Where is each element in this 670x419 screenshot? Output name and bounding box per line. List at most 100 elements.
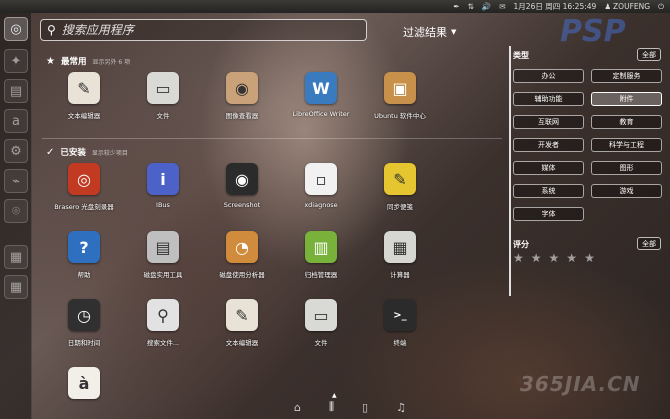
app-launcher-item[interactable]: ▭ 文件 (126, 72, 200, 120)
brasero-icon: ◎ (68, 163, 100, 195)
launcher-item-software-center[interactable]: ✦ (4, 49, 28, 73)
app-launcher-item[interactable]: ◔ 磁盘使用分析器 (205, 231, 279, 279)
caret-down-icon: ▼ (451, 28, 457, 36)
app-launcher-item[interactable]: >_ 终端 (363, 299, 437, 347)
keyboard-indicator[interactable]: ✒ (453, 3, 459, 11)
category-button[interactable]: 媒体 (513, 161, 584, 175)
launcher-item-amazon[interactable]: a (4, 109, 28, 133)
pen-icon: ✒ (453, 1, 460, 11)
app-launcher-item[interactable]: ◎ Brasero 光盘刻录器 (47, 163, 121, 211)
files-icon: ▭ (147, 72, 179, 104)
app-launcher-item[interactable]: ▤ 磁盘实用工具 (126, 231, 200, 279)
search-box[interactable]: ⚲ (40, 19, 367, 41)
clock-icon: ◷ (68, 299, 100, 331)
network-icon: ⇅ (467, 1, 474, 11)
category-button[interactable]: 教育 (591, 115, 662, 129)
app-launcher-item[interactable]: ▥ 归档管理器 (284, 231, 358, 279)
category-button[interactable]: 开发者 (513, 138, 584, 152)
star-icon[interactable]: ★ (584, 251, 595, 265)
category-button[interactable]: 办公 (513, 69, 584, 83)
filter-results-toggle[interactable]: 过滤结果 ▼ (403, 24, 456, 40)
launcher-item-trash[interactable]: ▦ (4, 275, 28, 299)
software-center-icon: ✦ (10, 53, 22, 69)
category-button[interactable]: 辅助功能 (513, 92, 584, 106)
app-label: Ubuntu 软件中心 (374, 112, 426, 120)
app-launcher-item[interactable]: ✎ 同步便笺 (363, 163, 437, 211)
app-label: Brasero 光盘刻录器 (54, 203, 114, 211)
star-icon[interactable]: ★ (566, 251, 577, 265)
image-viewer-icon: ◉ (226, 72, 258, 104)
xdiagnose-icon: ▫ (305, 163, 337, 195)
app-launcher-item[interactable]: i IBus (126, 163, 200, 209)
disk-usage-icon: ◔ (226, 231, 258, 263)
search-icon: ⚲ (47, 23, 56, 37)
category-button[interactable]: 定制服务 (591, 69, 662, 83)
app-launcher-item[interactable]: ▫ xdiagnose (284, 163, 358, 209)
home-icon[interactable]: ⌂ (294, 401, 301, 414)
app-launcher-item[interactable]: ◷ 日期和时间 (47, 299, 121, 347)
app-launcher-item[interactable]: W LibreOffice Writer (284, 72, 358, 118)
show-more-link[interactable]: 显示另外 6 项 (92, 57, 130, 66)
rating-all-button[interactable]: 全部 (637, 237, 661, 250)
volume-indicator[interactable]: 🔊 (482, 3, 491, 11)
wallpaper-logo: PSP (560, 14, 626, 49)
launcher-item-hardware[interactable]: ⌾ (4, 199, 28, 223)
session-indicator[interactable]: ⏻ (658, 3, 664, 11)
category-button[interactable]: 游戏 (591, 184, 662, 198)
app-label: 文件 (156, 112, 170, 120)
app-launcher-item[interactable]: ▣ Ubuntu 软件中心 (363, 72, 437, 120)
app-label: Screenshot (223, 201, 261, 209)
launcher-item-usb[interactable]: ⌁ (4, 169, 28, 193)
category-button[interactable]: 互联网 (513, 115, 584, 129)
character-map-icon: à (68, 367, 100, 399)
category-button[interactable]: 系统 (513, 184, 584, 198)
app-launcher-item[interactable]: ◉ 图像查看器 (205, 72, 279, 120)
star-icon[interactable]: ★ (549, 251, 560, 265)
messaging-indicator[interactable]: ✉ (499, 3, 505, 11)
app-launcher-item[interactable]: à (47, 367, 121, 405)
category-button[interactable]: 字体 (513, 207, 584, 221)
user-indicator[interactable]: ♟ ZOUFENG (604, 2, 650, 11)
app-launcher-item[interactable]: ? 帮助 (47, 231, 121, 279)
category-button[interactable]: 图形 (591, 161, 662, 175)
volume-icon: 🔊 (481, 1, 492, 11)
app-label: 文本编辑器 (67, 112, 101, 120)
app-label: 日期和时间 (67, 339, 101, 347)
app-label: IBus (156, 201, 170, 209)
app-launcher-item[interactable]: ▦ 计算器 (363, 231, 437, 279)
category-button[interactable]: 科学与工程 (591, 138, 662, 152)
section-title: 已安装 (60, 148, 86, 158)
app-launcher-item[interactable]: ✎ 文本编辑器 (47, 72, 121, 120)
bfb-button[interactable]: ◎ (4, 17, 28, 41)
app-launcher-item[interactable]: ⚲ 搜索文件... (126, 299, 200, 347)
app-label: 帮助 (77, 271, 91, 279)
app-label: 图像查看器 (225, 112, 259, 120)
launcher: ◎ ✦ ▤ a ⚙ ⌁ ⌾ ▦ ▦ (0, 13, 32, 419)
app-label: 文本编辑器 (225, 339, 259, 347)
launcher-item-workspaces[interactable]: ▦ (4, 245, 28, 269)
applications-icon[interactable]: ⫼ (329, 400, 334, 414)
clock[interactable]: 1月26日 周四 16:25:49 (514, 1, 597, 12)
top-panel: ✒ ⇅ 🔊 ✉ 1月26日 周四 16:25:49 ♟ ZOUFENG ⏻ (0, 0, 670, 13)
launcher-item-system-monitor[interactable]: ▤ (4, 79, 28, 103)
launcher-item-settings[interactable]: ⚙ (4, 139, 28, 163)
app-label: 归档管理器 (304, 271, 338, 279)
app-launcher-item[interactable]: ▭ 文件 (284, 299, 358, 347)
app-launcher-item[interactable]: ✎ 文本编辑器 (205, 299, 279, 347)
type-all-button[interactable]: 全部 (637, 48, 661, 61)
libreoffice-writer-icon: W (305, 72, 337, 104)
show-fewer-link[interactable]: 显示较少项目 (92, 148, 128, 157)
app-launcher-item[interactable]: ◉ Screenshot (205, 163, 279, 209)
gear-icon: ⚙ (10, 143, 22, 159)
files-icon[interactable]: ▯ (362, 401, 368, 414)
network-indicator[interactable]: ⇅ (468, 3, 474, 11)
search-input[interactable] (61, 23, 342, 37)
text-editor-icon: ✎ (68, 72, 100, 104)
power-icon: ⏻ (658, 1, 664, 11)
category-button[interactable]: 附件 (591, 92, 662, 106)
star-icon[interactable]: ★ (513, 251, 524, 265)
music-icon[interactable]: ♫ (396, 401, 406, 414)
rating-stars[interactable]: ★ ★ ★ ★ ★ (513, 251, 595, 265)
star-icon[interactable]: ★ (531, 251, 542, 265)
search-files-icon: ⚲ (147, 299, 179, 331)
